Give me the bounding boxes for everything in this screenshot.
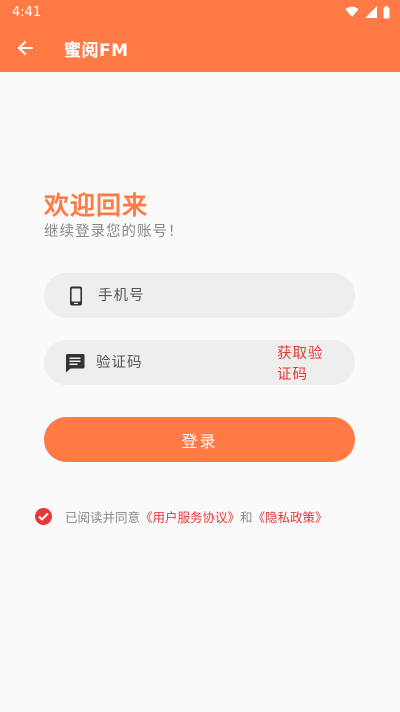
status-bar: 4:41 bbox=[0, 0, 400, 24]
status-time: 4:41 bbox=[12, 4, 42, 20]
agreement-conjunction: 和 bbox=[240, 510, 253, 525]
signal-icon bbox=[365, 6, 377, 18]
agreement-prefix: 已阅读并同意 bbox=[65, 510, 141, 525]
app-title: 蜜阅FM bbox=[64, 40, 129, 61]
privacy-policy-link[interactable]: 《隐私政策》 bbox=[253, 507, 328, 526]
status-icons bbox=[345, 5, 390, 19]
smartphone-icon bbox=[65, 285, 87, 307]
verification-code-input[interactable] bbox=[96, 354, 277, 371]
back-button[interactable] bbox=[0, 24, 50, 72]
message-icon bbox=[65, 352, 85, 374]
phone-input[interactable] bbox=[98, 287, 355, 304]
phone-field bbox=[44, 273, 355, 318]
welcome-title: 欢迎回来 bbox=[44, 191, 149, 220]
check-icon bbox=[38, 512, 49, 521]
welcome-subtitle: 继续登录您的账号！ bbox=[44, 224, 184, 240]
get-code-button[interactable]: 获取验证码 bbox=[277, 342, 333, 384]
user-agreement-link[interactable]: 《用户服务协议》 bbox=[140, 507, 240, 526]
wifi-icon bbox=[345, 6, 359, 18]
agreement-checkbox[interactable] bbox=[35, 508, 52, 525]
agreement-row: 已阅读并同意 《用户服务协议》 和 《隐私政策》 bbox=[35, 507, 328, 526]
battery-icon bbox=[383, 5, 390, 18]
app-bar: 蜜阅FM bbox=[0, 24, 400, 72]
login-button[interactable]: 登录 bbox=[44, 417, 355, 462]
code-field: 获取验证码 bbox=[44, 340, 355, 385]
arrow-left-icon bbox=[17, 40, 33, 56]
